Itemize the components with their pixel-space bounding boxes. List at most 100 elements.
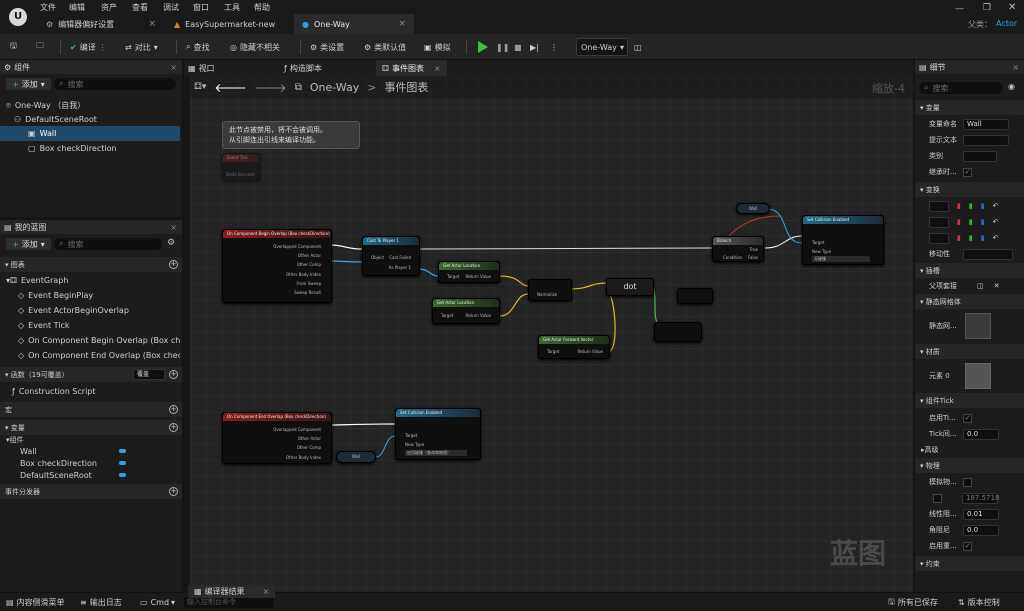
tab-construction-script[interactable]: ƒ 构造脚本: [284, 61, 322, 76]
socket-browse-icon[interactable]: ◫: [977, 282, 984, 290]
scale-mode-dropdown[interactable]: [929, 232, 949, 244]
component-self[interactable]: ⌾ One-Way （自我）: [6, 98, 85, 113]
cast-to-player-node[interactable]: Cast To Player 1 Object Cast Failed As P…: [362, 236, 420, 276]
override-dropdown[interactable]: 覆盖: [133, 369, 165, 380]
tab-easysupermarket[interactable]: ▲ EasySupermarket-new: [166, 14, 292, 34]
add-component-button[interactable]: + 添加 ▾: [6, 78, 51, 90]
reset-icon[interactable]: ↶: [993, 202, 999, 210]
console-command-input[interactable]: 输入控制台命令: [184, 597, 274, 608]
content-drawer-button[interactable]: ▤ 内容侧滑菜单: [6, 595, 65, 610]
mass-override-checkbox[interactable]: [933, 493, 942, 503]
add-macro-icon[interactable]: +: [169, 405, 178, 414]
macros-section[interactable]: 宏 +: [0, 402, 182, 417]
compiler-results-tab[interactable]: ▦ 编译器结果 ×: [188, 585, 276, 598]
add-dispatcher-icon[interactable]: +: [169, 487, 178, 496]
menu-help[interactable]: 帮助: [254, 2, 270, 13]
output-log-button[interactable]: ≡ 输出日志: [80, 595, 122, 610]
material-thumbnail[interactable]: [965, 363, 991, 389]
collision-type-dropdown[interactable]: 启用碰撞（查询和物理）: [405, 450, 467, 456]
physics-section[interactable]: ▾ 物理: [915, 458, 1024, 473]
details-search-input[interactable]: ⌕ 搜索: [919, 82, 1003, 94]
get-actor-location-node[interactable]: Get Actor Location Target Return Value: [438, 261, 500, 283]
less-than-node[interactable]: [654, 322, 702, 342]
add-function-icon[interactable]: +: [169, 370, 178, 379]
pause-button[interactable]: ❚❚: [496, 38, 509, 56]
variable-name-input[interactable]: Wall: [963, 118, 1009, 130]
simulate-button[interactable]: ▣ 模拟: [424, 38, 451, 56]
transform-section[interactable]: ▾ 变换: [915, 182, 1024, 197]
play-options-button[interactable]: ⋮: [550, 38, 558, 56]
tick-enabled-checkbox[interactable]: ✓: [963, 413, 972, 423]
event-tick-node-disabled[interactable]: Event Tick Delta Seconds: [222, 153, 260, 181]
step-button[interactable]: ▶|: [530, 38, 539, 56]
location-mode-dropdown[interactable]: [929, 200, 949, 212]
menu-debug[interactable]: 调试: [163, 2, 179, 13]
stop-button[interactable]: ■: [514, 38, 522, 56]
advanced-toggle[interactable]: ▸ 高级: [921, 442, 939, 458]
find-button[interactable]: ⌕ 查找: [186, 38, 209, 56]
tab-event-graph[interactable]: ⚃ 事件图表 ×: [376, 60, 447, 76]
browse-button[interactable]: 🗀: [36, 38, 44, 56]
compare-node[interactable]: [677, 288, 713, 304]
close-icon[interactable]: ×: [263, 587, 270, 596]
component-default-scene-root[interactable]: ⚇ DefaultSceneRoot: [14, 112, 97, 127]
all-saved-status[interactable]: 🖫 所有已保存: [888, 595, 938, 610]
wall-getter-node[interactable]: Wall: [336, 451, 376, 463]
source-control-button[interactable]: ⇅ 版本控制: [958, 595, 1000, 610]
menu-file[interactable]: 文件: [40, 2, 56, 13]
event-item[interactable]: ◇ Event Tick: [18, 318, 70, 333]
mass-input[interactable]: 187.5718: [962, 492, 999, 504]
play-button[interactable]: [478, 38, 488, 56]
cmd-dropdown[interactable]: ▭ Cmd ▾: [140, 595, 175, 610]
rotation-mode-dropdown[interactable]: [929, 216, 949, 228]
variable-item[interactable]: Box checkDirection: [20, 457, 126, 469]
tab-editor-preferences[interactable]: ⚙ 编辑器偏好设置 ×: [38, 14, 164, 34]
menu-assets[interactable]: 资产: [101, 2, 117, 13]
linear-damping-input[interactable]: 0.01: [963, 508, 999, 520]
tab-viewport[interactable]: ▦ 视口: [188, 61, 215, 76]
variables-section[interactable]: ▾ 变量 +: [0, 420, 182, 435]
tooltip-input[interactable]: [963, 134, 1009, 146]
restore-icon[interactable]: ❐: [983, 3, 991, 13]
compile-button[interactable]: ✔ 编译 ⋮: [70, 38, 107, 56]
menu-tools[interactable]: 工具: [224, 2, 240, 13]
gear-icon[interactable]: ⚙: [167, 238, 175, 248]
static-mesh-section[interactable]: ▾ 静态网格体: [915, 294, 1024, 309]
event-graph-item[interactable]: ▾⚃ EventGraph: [6, 273, 68, 288]
add-member-button[interactable]: + 添加 ▾: [6, 238, 51, 250]
debug-filter-button[interactable]: ◫: [634, 38, 642, 56]
event-item[interactable]: ◇On Component Begin Overlap (Box checkD: [18, 333, 180, 348]
diff-button[interactable]: ⇄ 对比 ▾: [125, 38, 158, 56]
parent-class-link[interactable]: Actor: [996, 19, 1017, 28]
category-dropdown[interactable]: [963, 150, 997, 162]
component-tick-section[interactable]: ▾ 组件Tick: [915, 393, 1024, 408]
clear-icon[interactable]: ✕: [994, 282, 1000, 290]
menu-view[interactable]: 查看: [132, 2, 148, 13]
materials-section[interactable]: ▾ 材质: [915, 344, 1024, 359]
add-graph-icon[interactable]: +: [169, 260, 178, 269]
tick-interval-input[interactable]: 0.0: [963, 428, 999, 440]
class-defaults-button[interactable]: ⚙ 类默认值: [364, 38, 406, 56]
unreal-logo-icon[interactable]: U: [9, 8, 27, 26]
mobility-selector[interactable]: [963, 248, 1013, 260]
get-actor-location-node[interactable]: Get Actor Location Target Return Value: [432, 298, 500, 324]
constraints-section[interactable]: ▾ 约束: [915, 556, 1024, 571]
on-component-end-overlap-node[interactable]: On Component End Overlap (Box checkDirec…: [222, 412, 332, 464]
visibility-icon[interactable]: ◉: [1008, 82, 1015, 91]
collision-type-dropdown[interactable]: 无碰撞: [812, 256, 870, 262]
save-button[interactable]: 🖫: [10, 38, 17, 56]
set-collision-enabled-node[interactable]: Set Collision Enabled Target New Type 无碰…: [802, 215, 884, 265]
inherit-checkbox[interactable]: ✓: [963, 167, 972, 177]
variable-item[interactable]: DefaultSceneRoot: [20, 469, 126, 481]
variable-section[interactable]: ▾ 变量: [915, 100, 1024, 115]
event-graph-canvas[interactable]: ⚃▾ 🡐 🡒 ⧉ One-Way > 事件图表 缩放-4 蓝图 此节点被禁用，将…: [190, 76, 913, 592]
branch-node[interactable]: Branch True Condition False: [712, 236, 764, 262]
graphs-section[interactable]: ▾ 图表 +: [0, 257, 182, 272]
event-item[interactable]: ◇On Component End Overlap (Box checkDir: [18, 348, 180, 363]
angular-damping-input[interactable]: 0.0: [963, 524, 999, 536]
event-item[interactable]: ◇ Event BeginPlay: [18, 288, 93, 303]
reset-icon[interactable]: ↶: [993, 218, 999, 226]
class-settings-button[interactable]: ⚙ 类设置: [310, 38, 344, 56]
on-component-begin-overlap-node[interactable]: On Component Begin Overlap (Box checkDir…: [222, 229, 332, 303]
my-blueprint-search-input[interactable]: ⌕ 搜索: [54, 238, 162, 250]
